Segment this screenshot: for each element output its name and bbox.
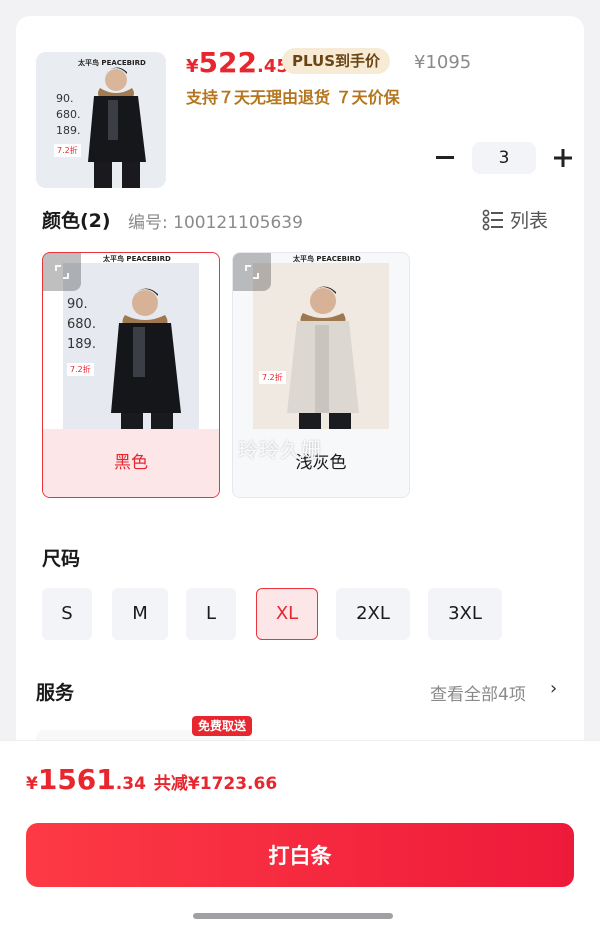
color-option-label: 黑色 [43,429,219,497]
color-option-black[interactable]: 太平鸟 PEACEBIRD 90. 680. 189. 7.2折 黑色 [42,252,220,498]
baitiao-pay-button[interactable]: 打白条 [26,823,574,887]
watermark: 玲玲久姗 [238,438,322,462]
list-view-toggle[interactable]: 列表 [482,206,548,233]
expand-icon [245,265,259,279]
card-discount-tag: 7.2折 [259,371,286,384]
decrease-button[interactable] [432,145,458,171]
total-price-line: ¥ 1561 .34 共减¥1723.66 [26,763,277,796]
original-price: ¥1095 [414,52,472,73]
minus-icon [436,156,454,159]
card-number-2: 680. [67,317,96,332]
product-code: 编号: 100121105639 [128,213,303,233]
expand-image-button[interactable] [233,253,271,291]
size-option-l[interactable]: L [186,588,236,640]
increase-button[interactable] [550,145,576,171]
color-section-title: 颜色(2) [42,210,111,232]
thumb-discount-tag: 7.2折 [54,144,81,157]
total-integer: 1561 [37,763,116,796]
expand-icon [55,265,69,279]
quantity-stepper: 3 [432,142,576,174]
card-brand: 太平鸟 PEACEBIRD [293,255,361,263]
price-integer: 522 [198,46,257,79]
see-all-services-link[interactable]: 查看全部4项 [430,680,526,705]
card-brand: 太平鸟 PEACEBIRD [103,255,171,263]
thumb-number-1: 90. [56,92,74,105]
home-indicator [193,913,393,919]
total-decimal: .34 [115,774,146,794]
card-discount-tag: 7.2折 [67,363,94,376]
thumb-number-3: 189. [56,124,81,137]
expand-image-button[interactable] [43,253,81,291]
plus-price-badge: PLUS到手价 [282,48,391,74]
size-option-2xl[interactable]: 2XL [336,588,410,640]
plus-icon [554,149,572,167]
list-icon [482,209,503,230]
card-number-1: 90. [67,297,88,312]
product-sheet: 太平鸟 PEACEBIRD 90. 680. 189. 7.2折 ¥ 522 .… [16,16,584,780]
chevron-right-icon[interactable]: › [550,678,557,699]
service-section-title: 服务 [36,682,75,704]
free-pickup-badge: 免费取送 [192,716,253,736]
size-section-title: 尺码 [42,548,81,570]
size-option-3xl[interactable]: 3XL [428,588,502,640]
price-line: ¥ 522 .45 [186,46,289,79]
thumb-brand: 太平鸟 PEACEBIRD [78,59,146,67]
gray-coat-photo-icon [253,263,389,431]
size-option-xl[interactable]: XL [256,588,318,640]
return-guarantee-text: 支持７天无理由退货 ７天价保 [186,88,400,107]
product-thumbnail[interactable]: 太平鸟 PEACEBIRD 90. 680. 189. 7.2折 [36,52,166,188]
checkout-bar: ¥ 1561 .34 共减¥1723.66 打白条 [0,740,600,933]
list-view-label: 列表 [510,210,549,232]
total-discount: 共减¥1723.66 [153,774,278,794]
total-currency: ¥ [26,774,38,794]
size-option-m[interactable]: M [112,588,168,640]
price-currency: ¥ [186,56,199,77]
card-number-3: 189. [67,337,96,352]
thumb-number-2: 680. [56,108,81,121]
quantity-value[interactable]: 3 [472,142,536,174]
size-option-s[interactable]: S [42,588,92,640]
